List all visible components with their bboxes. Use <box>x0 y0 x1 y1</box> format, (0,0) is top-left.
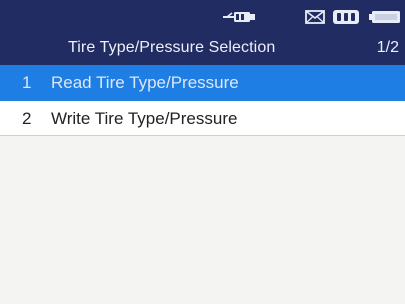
menu-item-label: Write Tire Type/Pressure <box>51 109 238 128</box>
battery-icon <box>369 11 400 23</box>
menu-list: 1 Read Tire Type/Pressure 2 Write Tire T… <box>0 65 405 136</box>
page-indicator: 1/2 <box>376 39 399 56</box>
page-title: Tire Type/Pressure Selection <box>68 39 276 56</box>
status-bar <box>0 0 405 32</box>
bluetooth-ble-icon <box>333 10 359 24</box>
header: Tire Type/Pressure Selection 1/2 <box>0 0 405 65</box>
mail-icon <box>305 10 325 24</box>
menu-item-number: 2 <box>22 109 32 128</box>
menu-item-label: Read Tire Type/Pressure <box>51 73 239 92</box>
title-row: Tire Type/Pressure Selection 1/2 <box>0 34 405 64</box>
usb-connection-icon <box>223 12 255 22</box>
menu-item-write-tire-type-pressure[interactable]: 2 Write Tire Type/Pressure <box>0 101 405 136</box>
device-screen: Tire Type/Pressure Selection 1/2 1 Read … <box>0 0 405 304</box>
menu-item-number: 1 <box>22 73 32 92</box>
menu-item-read-tire-type-pressure[interactable]: 1 Read Tire Type/Pressure <box>0 65 405 101</box>
empty-content-area <box>0 136 405 304</box>
